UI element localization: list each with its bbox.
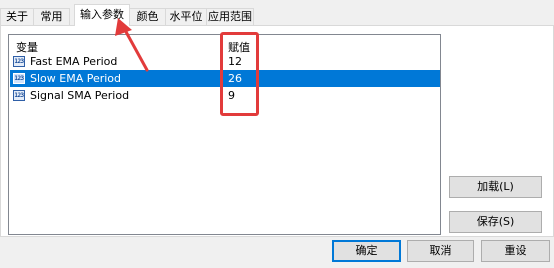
annotation-highlight-box [220,32,259,116]
load-button[interactable]: 加载(L) [449,176,542,198]
tab-application-scope[interactable]: 应用范围 [206,8,254,25]
tab-common[interactable]: 常用 [33,8,70,25]
tab-levels[interactable]: 水平位 [165,8,207,25]
reset-button[interactable]: 重设 [481,240,550,262]
save-button[interactable]: 保存(S) [449,211,542,233]
ok-button[interactable]: 确定 [332,240,401,262]
parameter-name: Slow EMA Period [30,72,122,85]
integer-type-icon: 123 [13,56,25,67]
integer-type-icon: 123 [13,73,25,84]
tab-about[interactable]: 关于 [0,8,34,25]
tab-input-parameters[interactable]: 输入参数 [74,4,130,26]
integer-type-icon: 123 [13,90,25,101]
parameter-name: Fast EMA Period [30,55,118,68]
cancel-button[interactable]: 取消 [407,240,474,262]
parameter-name: Signal SMA Period [30,89,130,102]
tab-colors[interactable]: 颜色 [129,8,166,25]
